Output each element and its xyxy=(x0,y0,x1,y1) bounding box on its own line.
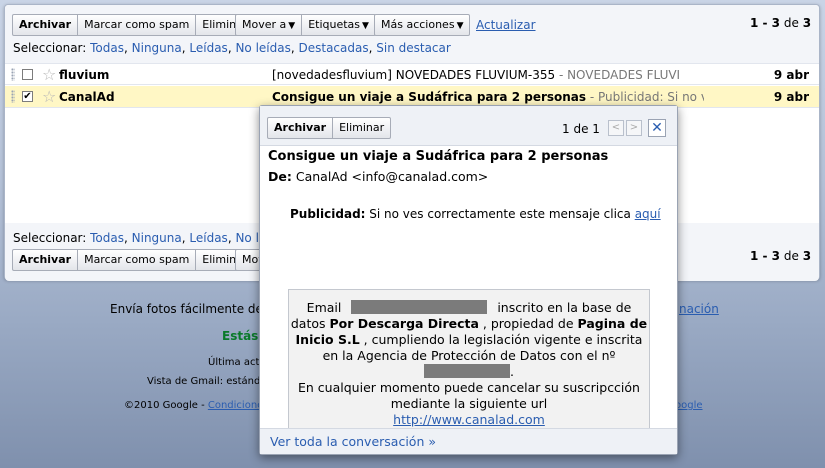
ad-line: Publicidad: Si no ves correctamente este… xyxy=(290,207,661,221)
message-sender: fluvium xyxy=(59,68,110,82)
subject-text: Consigue un viaje a Sudáfrica para 2 per… xyxy=(272,90,587,104)
popup-action-group: Archivar Eliminar xyxy=(267,117,392,139)
spam-button[interactable]: Marcar como spam xyxy=(78,249,197,271)
message-date: 9 abr xyxy=(773,90,809,104)
select-all-link[interactable]: Todas xyxy=(90,231,124,245)
body-text-5: En cualquier momento puede cancelar su s… xyxy=(298,380,640,411)
drag-handle-icon[interactable] xyxy=(11,68,15,81)
refresh-link[interactable]: Actualizar xyxy=(476,18,536,32)
footer-google-link[interactable]: oogle xyxy=(675,400,703,411)
popup-archive-button[interactable]: Archivar xyxy=(267,117,334,139)
message-sender: CanalAd xyxy=(59,90,115,104)
bottom-action-group: Archivar Marcar como spam Eliminar xyxy=(12,249,255,271)
bottom-select-row: Seleccionar: Todas, Ninguna, Leídas, No … xyxy=(13,231,267,245)
select-all-link[interactable]: Todas xyxy=(90,41,124,55)
message-subject: [novedadesfluvium] NOVEDADES FLUVIUM-355… xyxy=(272,68,704,82)
popup-subject: Consigue un viaje a Sudáfrica para 2 per… xyxy=(268,149,609,164)
message-count-bottom: 1 - 3 de 3 xyxy=(750,249,811,263)
move-to-label: Mover a xyxy=(242,18,287,31)
popup-counter: 1 de 1 xyxy=(562,122,600,136)
archive-button[interactable]: Archivar xyxy=(12,14,79,36)
snippet-text: - Publicidad: Si no ves xyxy=(589,90,704,104)
message-subject: Consigue un viaje a Sudáfrica para 2 per… xyxy=(272,90,704,104)
star-icon[interactable]: ☆ xyxy=(42,65,56,84)
ad-link[interactable]: aquí xyxy=(635,207,661,221)
popup-delete-button[interactable]: Eliminar xyxy=(333,117,392,139)
redacted-email xyxy=(351,300,488,314)
count-range: 1 - 3 xyxy=(750,16,781,30)
footer-view-mode: Vista de Gmail: estánda xyxy=(147,376,267,387)
chevron-down-icon: ▼ xyxy=(362,21,369,31)
snippet-text: - NOVEDADES FLUVI xyxy=(555,68,681,82)
popup-prev-button[interactable]: < xyxy=(608,120,624,136)
body-url-link[interactable]: http://www.canalad.com xyxy=(393,412,545,427)
select-none-link[interactable]: Ninguna xyxy=(132,231,182,245)
top-action-group: Archivar Marcar como spam Eliminar xyxy=(12,14,255,36)
star-icon[interactable]: ☆ xyxy=(42,87,56,106)
footer-status: Estás xyxy=(222,329,259,343)
terms-link[interactable]: Condicione xyxy=(208,400,263,411)
top-menu-group: Mover a ▼ Etiquetas ▼ xyxy=(235,14,376,36)
select-read-link[interactable]: Leídas xyxy=(189,231,227,245)
message-preview-popup: Archivar Eliminar 1 de 1 < > ✕ Consigue … xyxy=(259,105,678,455)
labels-label: Etiquetas xyxy=(308,18,361,31)
select-starred-link[interactable]: Destacadas xyxy=(299,41,369,55)
archive-button[interactable]: Archivar xyxy=(12,249,79,271)
message-date: 9 abr xyxy=(773,68,809,82)
count-of: de xyxy=(783,16,799,30)
message-checkbox[interactable] xyxy=(22,69,33,80)
select-none-link[interactable]: Ninguna xyxy=(132,41,182,55)
chevron-down-icon: ▼ xyxy=(456,21,464,31)
more-actions-label: Más acciones xyxy=(381,18,455,31)
select-label: Seleccionar: xyxy=(13,41,87,55)
ad-text: Si no ves correctamente este mensaje cli… xyxy=(365,207,635,221)
spam-button[interactable]: Marcar como spam xyxy=(78,14,197,36)
body-text-2: , propiedad de xyxy=(478,316,578,331)
popup-footer: Ver toda la conversación » xyxy=(260,428,677,454)
count-total: 3 xyxy=(802,16,812,30)
footer-tip-link[interactable]: nación xyxy=(679,302,719,316)
from-label: De: xyxy=(268,169,292,184)
message-row[interactable]: ☆ fluvium [novedadesfluvium] NOVEDADES F… xyxy=(5,63,819,85)
select-row: Seleccionar: Todas, Ninguna, Leídas, No … xyxy=(13,41,451,55)
body-text-4: . xyxy=(510,364,514,379)
body-email-label: Email xyxy=(306,300,342,315)
from-value: CanalAd <info@canalad.com> xyxy=(295,169,489,184)
copyright-text: ©2010 Google - xyxy=(124,400,208,411)
select-unstarred-link[interactable]: Sin destacar xyxy=(376,41,451,55)
chevron-down-icon: ▼ xyxy=(288,21,296,31)
redacted-number xyxy=(424,364,510,378)
subject-text: [novedadesfluvium] NOVEDADES FLUVIUM-355 xyxy=(272,68,556,82)
view-conversation-link[interactable]: Ver toda la conversación » xyxy=(270,434,436,449)
move-to-menu[interactable]: Mover a ▼ xyxy=(235,14,303,36)
count-total: 3 xyxy=(802,249,812,263)
popup-next-button[interactable]: > xyxy=(626,120,642,136)
more-actions-group: Más acciones ▼ xyxy=(374,14,471,36)
select-label: Seleccionar: xyxy=(13,231,87,245)
footer-copyright: ©2010 Google - Condicione xyxy=(124,400,263,411)
close-icon[interactable]: ✕ xyxy=(648,119,666,137)
ad-label: Publicidad: xyxy=(290,207,366,221)
message-count: 1 - 3 de 3 xyxy=(750,16,811,30)
count-of: de xyxy=(783,249,799,263)
labels-menu[interactable]: Etiquetas ▼ xyxy=(302,14,376,36)
popup-from: De: CanalAd <info@canalad.com> xyxy=(268,169,488,184)
count-range: 1 - 3 xyxy=(750,249,781,263)
drag-handle-icon[interactable] xyxy=(11,90,15,103)
message-checkbox-checked[interactable]: ✔ xyxy=(22,91,33,102)
footer-tip: Envía fotos fácilmente des xyxy=(110,302,270,316)
body-text-3: , cumpliendo la legislación vigente e in… xyxy=(322,332,643,363)
more-actions-menu[interactable]: Más acciones ▼ xyxy=(374,14,471,36)
message-body-box: Email inscrito en la base de datos Por D… xyxy=(288,289,650,432)
body-bold-1: Por Descarga Directa xyxy=(329,316,479,331)
select-unread-link[interactable]: No leídas xyxy=(235,41,290,55)
select-read-link[interactable]: Leídas xyxy=(189,41,227,55)
